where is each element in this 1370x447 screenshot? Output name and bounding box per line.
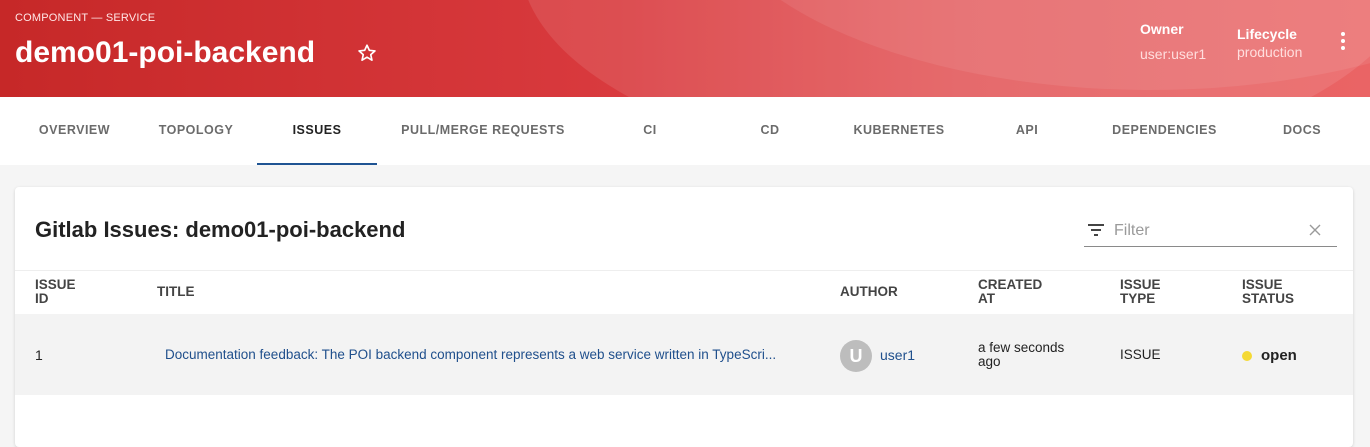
status-dot-icon bbox=[1242, 351, 1252, 361]
tab-overview[interactable]: OVERVIEW bbox=[20, 97, 129, 165]
issues-card: Gitlab Issues: demo01-poi-backend ISSUEI… bbox=[15, 187, 1353, 447]
lifecycle-info: Lifecycle production bbox=[1237, 26, 1302, 60]
close-icon[interactable] bbox=[1308, 223, 1322, 237]
entity-kind: COMPONENT — SERVICE bbox=[15, 12, 156, 24]
entity-header: COMPONENT — SERVICE demo01-poi-backend O… bbox=[0, 0, 1370, 97]
tab-ci[interactable]: CI bbox=[590, 97, 710, 165]
tab-pull-merge-requests[interactable]: PULL/MERGE REQUESTS bbox=[385, 97, 581, 165]
filter-input[interactable] bbox=[1112, 218, 1306, 244]
filter-field[interactable] bbox=[1084, 214, 1337, 247]
avatar: U bbox=[840, 340, 872, 372]
owner-info: Owner user:user1 bbox=[1140, 21, 1206, 62]
page-title: demo01-poi-backend bbox=[15, 36, 316, 69]
tab-kubernetes[interactable]: KUBERNETES bbox=[834, 97, 964, 165]
divider bbox=[15, 270, 1353, 271]
tab-api[interactable]: API bbox=[967, 97, 1087, 165]
tab-docs[interactable]: DOCS bbox=[1252, 97, 1352, 165]
lifecycle-value: production bbox=[1237, 44, 1303, 60]
tab-issues[interactable]: ISSUES bbox=[257, 97, 377, 165]
issue-id: 1 bbox=[35, 347, 43, 363]
tab-dependencies[interactable]: DEPENDENCIES bbox=[1092, 97, 1237, 165]
column-header-created-at[interactable]: CREATED AT bbox=[978, 278, 1042, 306]
column-header-issue-status[interactable]: ISSUE STATUS bbox=[1242, 278, 1294, 306]
more-vert-icon[interactable] bbox=[1336, 32, 1350, 54]
issue-title-link[interactable]: Documentation feedback: The POI backend … bbox=[165, 347, 776, 362]
issues-title: Gitlab Issues: demo01-poi-backend bbox=[35, 217, 406, 242]
table-row: 1 Documentation feedback: The POI backen… bbox=[15, 314, 1353, 395]
column-header-issue-type[interactable]: ISSUE TYPE bbox=[1120, 278, 1161, 306]
star-icon[interactable] bbox=[356, 42, 378, 64]
owner-label: Owner bbox=[1140, 21, 1184, 37]
issue-type: ISSUE bbox=[1120, 347, 1161, 362]
created-at: a few seconds ago bbox=[978, 340, 1065, 369]
lifecycle-label: Lifecycle bbox=[1237, 26, 1297, 42]
filter-icon bbox=[1088, 224, 1104, 236]
column-header-title[interactable]: TITLE bbox=[157, 285, 195, 299]
tab-cd[interactable]: CD bbox=[710, 97, 830, 165]
column-header-issue-id[interactable]: ISSUE ID bbox=[35, 278, 76, 306]
status-badge: open bbox=[1261, 347, 1297, 364]
owner-value[interactable]: user:user1 bbox=[1140, 46, 1206, 62]
author-link[interactable]: user1 bbox=[880, 347, 915, 363]
column-header-author[interactable]: AUTHOR bbox=[840, 285, 898, 299]
tab-bar: OVERVIEW TOPOLOGY ISSUES PULL/MERGE REQU… bbox=[0, 97, 1370, 165]
tab-topology[interactable]: TOPOLOGY bbox=[137, 97, 255, 165]
